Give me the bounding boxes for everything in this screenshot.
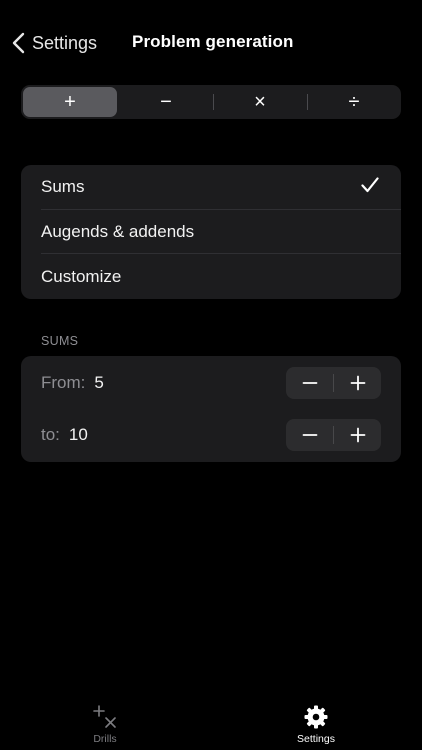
- plus-segment[interactable]: +: [23, 87, 117, 117]
- to-label: to:: [41, 424, 60, 444]
- from-increment-button[interactable]: [334, 367, 381, 399]
- plus-icon: [350, 427, 365, 442]
- page-title: Problem generation: [132, 32, 294, 51]
- sums-range-card: From: 5 to: 10: [21, 356, 401, 462]
- to-stepper: [286, 418, 381, 451]
- gear-icon: [304, 705, 328, 729]
- plus-icon: [350, 375, 365, 391]
- divide-symbol: ÷: [348, 90, 360, 113]
- to-decrement-button[interactable]: [286, 419, 333, 451]
- mode-row-augends-addends[interactable]: Augends & addends: [21, 210, 401, 255]
- minus-segment[interactable]: −: [119, 85, 213, 119]
- back-button[interactable]: Settings: [12, 30, 97, 56]
- tab-drills-label: Drills: [93, 733, 117, 745]
- plus-symbol: +: [64, 90, 76, 113]
- generation-mode-list: Sums Augends & addends Customize: [21, 165, 401, 299]
- segment-divider: [213, 94, 214, 110]
- chevron-left-icon: [12, 32, 25, 54]
- drills-icon: [93, 705, 116, 728]
- tab-bar: Drills Settings: [0, 700, 422, 750]
- from-value: 5: [94, 373, 104, 392]
- mode-label: Sums: [41, 177, 85, 197]
- times-segment[interactable]: ×: [213, 85, 307, 119]
- mode-row-sums[interactable]: Sums: [21, 165, 401, 210]
- checkmark-icon: [361, 176, 379, 199]
- sums-section-header: SUMS: [41, 334, 79, 348]
- from-label: From:: [41, 373, 86, 392]
- segment-divider: [307, 94, 308, 110]
- mode-label: Augends & addends: [41, 222, 195, 242]
- minus-icon: [302, 433, 317, 436]
- operation-segmented-control: + − × ÷: [21, 85, 401, 119]
- back-button-label: Settings: [32, 32, 98, 53]
- to-value: 10: [68, 424, 88, 444]
- navigation-bar: Settings Problem generation: [0, 0, 422, 86]
- to-row: to: 10: [21, 410, 401, 459]
- mode-row-customize[interactable]: Customize: [21, 254, 401, 299]
- divide-segment[interactable]: ÷: [307, 85, 401, 119]
- times-symbol: ×: [254, 90, 266, 113]
- minus-symbol: −: [160, 90, 172, 113]
- mode-label: Customize: [41, 266, 122, 286]
- from-stepper: [286, 367, 381, 399]
- from-row: From: 5: [21, 356, 401, 410]
- tab-settings-label: Settings: [297, 733, 335, 745]
- minus-icon: [302, 382, 317, 384]
- to-increment-button[interactable]: [334, 419, 381, 451]
- from-decrement-button[interactable]: [286, 367, 333, 399]
- tab-drills[interactable]: Drills: [55, 704, 155, 745]
- tab-settings[interactable]: Settings: [266, 704, 366, 745]
